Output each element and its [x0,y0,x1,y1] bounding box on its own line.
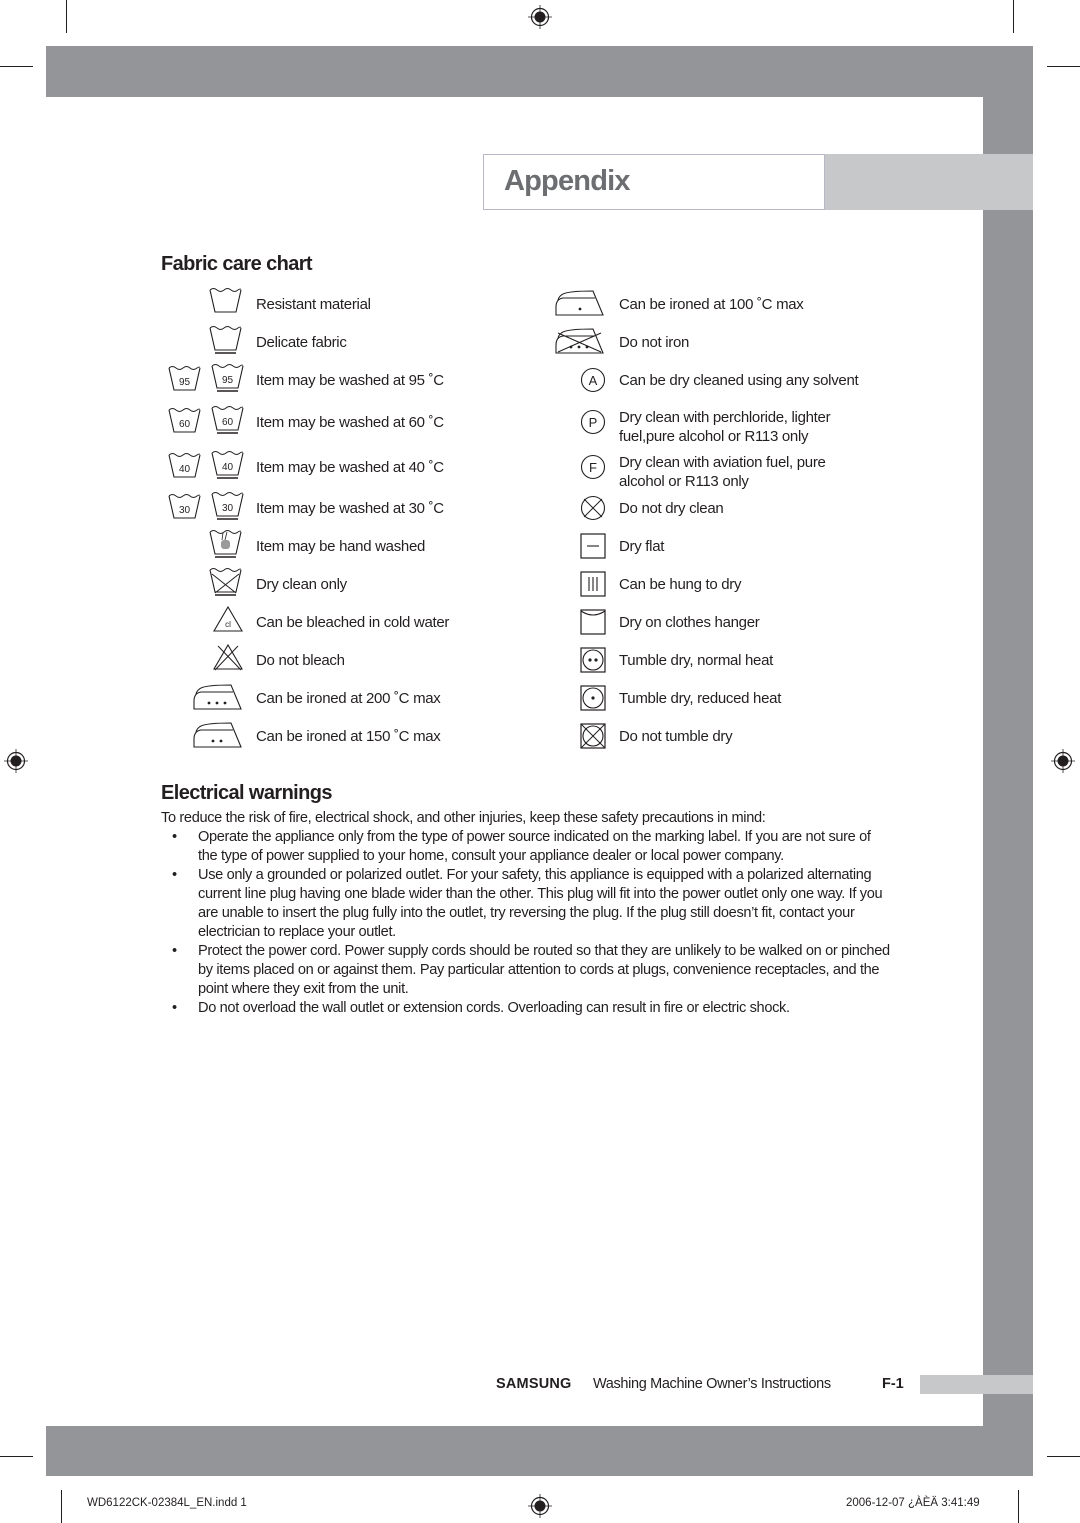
dry-clean-a-icon: A [580,367,606,393]
print-slug-file: WD6122CK-02384L_EN.indd 1 [87,1497,247,1509]
care-symbol-label: Dry clean with aviation fuel, pure [619,454,826,471]
crop-mark [0,1456,33,1457]
care-symbol-row: Tumble dry, normal heat [0,645,1080,675]
crop-mark [1047,66,1080,67]
care-symbol-label: Do not tumble dry [619,728,733,745]
hang-dry-icon [580,571,606,597]
care-symbol-label: Can be ironed at 100 ˚C max [619,296,804,313]
crop-mark [1047,1456,1080,1457]
do-not-dry-clean-icon [580,495,606,521]
tumble-dry-reduced-icon [580,685,606,711]
svg-text:A: A [589,373,598,388]
care-symbol-label-line2: fuel,pure alcohol or R113 only [619,428,809,445]
warning-text: Do not overload the wall outlet or exten… [198,1000,790,1016]
warning-item: • Do not overload the wall outlet or exte… [161,999,891,1018]
iron-one-dot-icon [555,290,605,316]
page-number: F-1 [882,1376,904,1392]
warning-item: • Protect the power cord. Power supply co… [161,942,891,999]
care-symbol-label: Dry on clothes hanger [619,614,760,631]
bullet-icon: • [172,867,177,883]
care-symbol-label: Can be hung to dry [619,576,742,593]
footer-brand: SAMSUNG [496,1376,572,1392]
bullet-icon: • [172,1000,177,1016]
care-symbol-row: Tumble dry, reduced heat [0,683,1080,713]
fabric-care-title: Fabric care chart [161,253,313,275]
print-slug-timestamp: 2006-12-07 ¿ÀÈÄ 3:41:49 [846,1497,980,1509]
warning-text: Operate the appliance only from the type… [198,829,871,864]
care-symbol-label-line2: alcohol or R113 only [619,473,749,490]
crop-mark [0,66,33,67]
care-symbol-row: Dry on clothes hanger [0,607,1080,637]
dry-clean-p-icon: P [580,409,606,435]
svg-text:P: P [589,415,598,430]
crop-mark [66,0,67,33]
care-symbol-row: Dry flat [0,531,1080,561]
crop-mark [1018,1490,1019,1523]
svg-text:F: F [589,460,597,475]
page-footer: SAMSUNG Washing Machine Owner’s Instruct… [0,1376,1080,1396]
care-symbol-row: Can be ironed at 100 ˚C max [0,289,1080,319]
footer-doc-title: Washing Machine Owner’s Instructions [593,1376,831,1392]
registration-mark-icon [528,1494,552,1518]
appendix-tab-strip [825,154,1033,210]
tumble-dry-normal-icon [580,647,606,673]
right-band [983,46,1033,1476]
warning-item: • Use only a grounded or polarized outlet… [161,866,891,942]
crop-mark [61,1490,62,1523]
bottom-band [46,1426,1033,1476]
appendix-header-box: Appendix [483,154,825,210]
care-symbol-row: Can be hung to dry [0,569,1080,599]
clothes-hanger-dry-icon [580,609,606,635]
care-symbol-row: Do not iron [0,327,1080,357]
care-symbol-label: Dry flat [619,538,665,555]
dry-clean-f-icon: F [580,454,606,480]
warning-text: Use only a grounded or polarized outlet.… [198,867,883,940]
top-band [46,46,1033,97]
care-symbol-row: Do not dry clean [0,493,1080,523]
warning-item: • Operate the appliance only from the typ… [161,828,891,866]
care-symbol-row: Do not tumble dry [0,721,1080,751]
care-symbol-label: Do not dry clean [619,500,724,517]
care-symbol-label: Tumble dry, reduced heat [619,690,782,707]
registration-mark-icon [1051,749,1075,773]
electrical-warnings-list: • Operate the appliance only from the typ… [161,828,891,1018]
care-symbol-label: Dry clean with perchloride, lighter [619,409,831,426]
care-symbol-row: A Can be dry cleaned using any solvent [0,365,1080,395]
dry-flat-icon [580,533,606,559]
registration-mark-icon [528,5,552,29]
bullet-icon: • [172,943,177,959]
care-symbol-row: F Dry clean with aviation fuel, pure alcoh… [0,447,1080,490]
warning-text: Protect the power cord. Power supply cor… [198,943,890,997]
do-not-tumble-dry-icon [580,723,606,749]
care-symbol-row: P Dry clean with perchloride, lighter fuel… [0,402,1080,445]
care-symbol-label: Do not iron [619,334,690,351]
bullet-icon: • [172,829,177,845]
do-not-iron-icon [555,328,605,354]
electrical-warnings-intro: To reduce the risk of fire, electrical s… [161,810,766,826]
crop-mark [1013,0,1014,33]
page-title: Appendix [504,165,631,197]
registration-mark-icon [4,749,28,773]
care-symbol-label: Tumble dry, normal heat [619,652,773,669]
care-symbol-label: Can be dry cleaned using any solvent [619,372,859,389]
electrical-warnings-title: Electrical warnings [161,782,333,804]
